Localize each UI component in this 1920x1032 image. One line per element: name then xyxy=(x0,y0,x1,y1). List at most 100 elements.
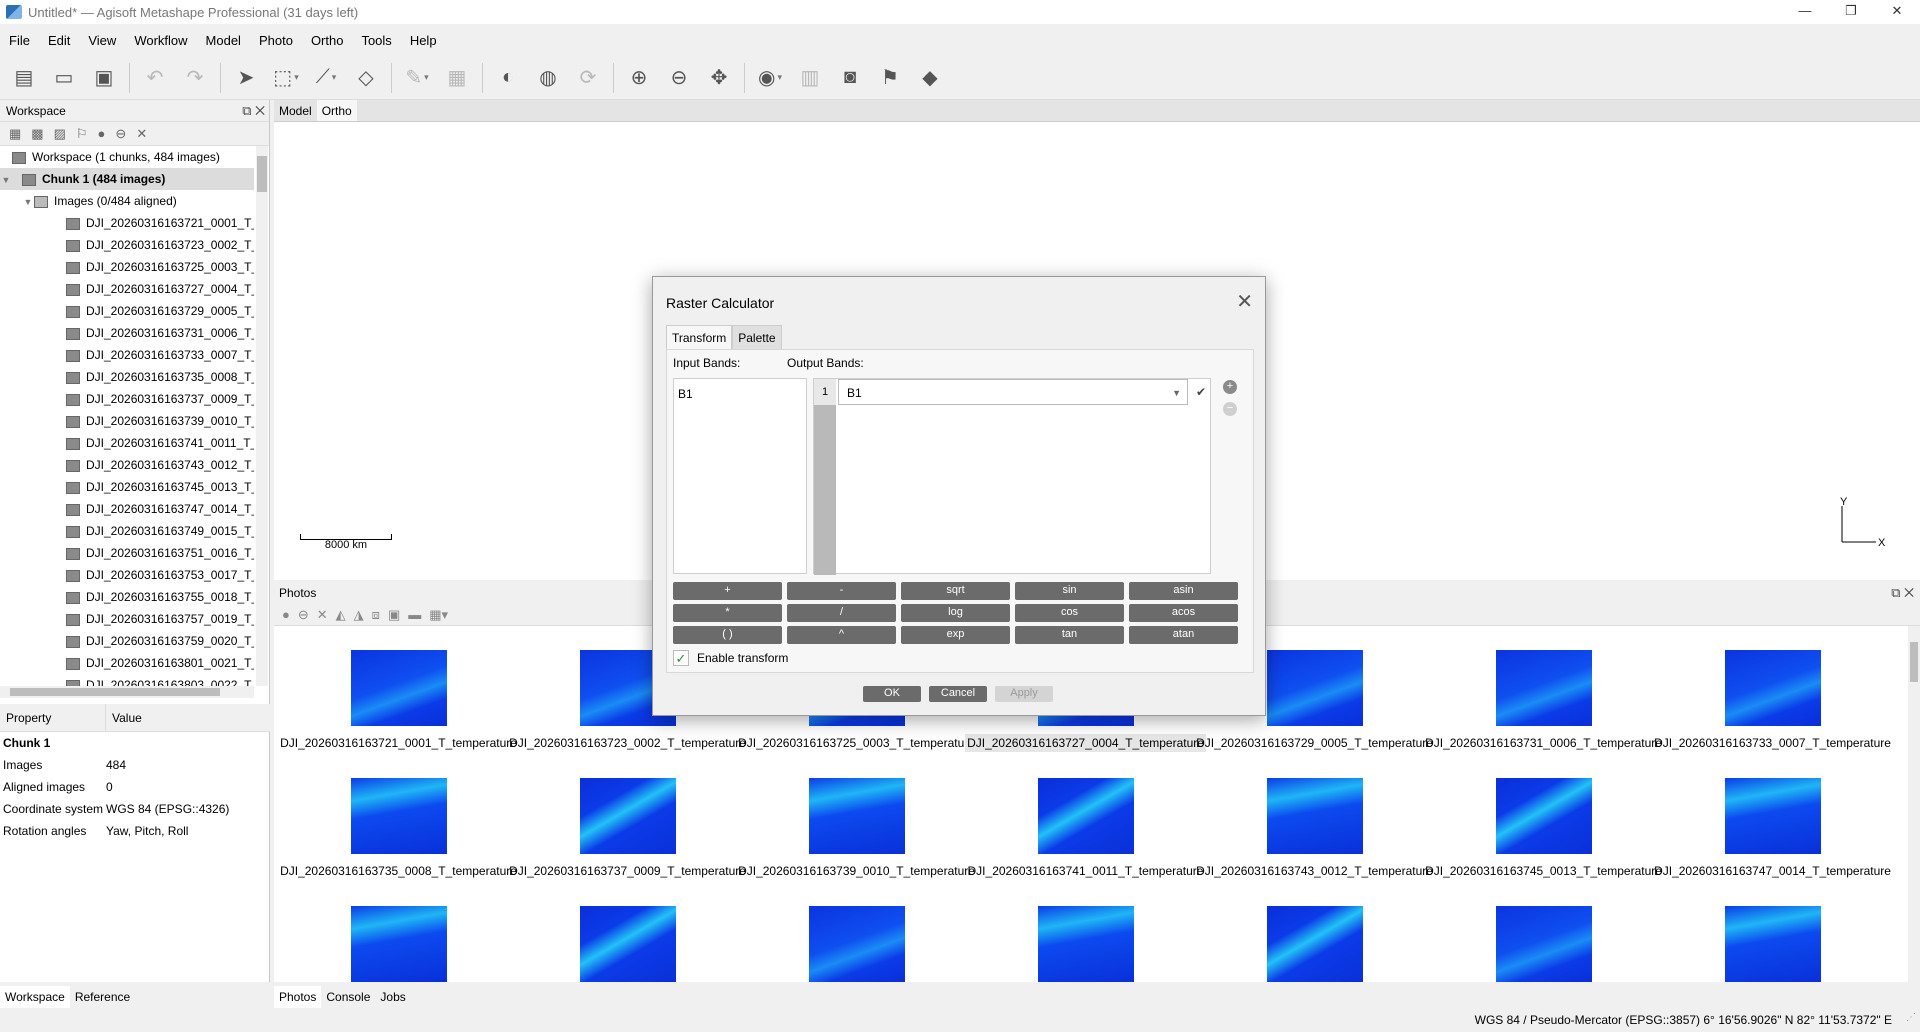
globe-icon[interactable]: ◉ ▾ xyxy=(753,61,787,95)
layers-icon[interactable]: ▥ xyxy=(793,61,827,95)
tree-chunk[interactable]: ▼ Chunk 1 (484 images) xyxy=(0,168,254,190)
dialog-close-icon[interactable]: ✕ xyxy=(1236,289,1253,314)
menu-ortho[interactable]: Ortho xyxy=(302,33,353,48)
add-chunk-icon[interactable]: ▦ xyxy=(9,126,21,142)
tab-model[interactable]: Model xyxy=(274,100,317,121)
menu-workflow[interactable]: Workflow xyxy=(125,33,196,48)
open-folder-icon[interactable]: ▭ xyxy=(47,61,81,95)
move-icon[interactable]: ✥ xyxy=(702,61,736,95)
photos-scrollbar[interactable] xyxy=(1908,626,1920,982)
rotate-icon[interactable]: ⟳ xyxy=(571,61,605,95)
tab-ortho[interactable]: Ortho xyxy=(316,100,357,121)
undo-icon[interactable]: ↶ xyxy=(138,61,172,95)
photo-thumbnail[interactable] xyxy=(579,906,676,982)
photo-thumbnail[interactable] xyxy=(1266,778,1363,854)
maximize-button[interactable]: ❐ xyxy=(1828,0,1874,24)
photo-thumbnail[interactable] xyxy=(808,906,905,982)
tree-image-item[interactable]: DJI_20260316163741_0011_T_tem xyxy=(0,432,254,454)
operator-button[interactable]: ( ) xyxy=(673,626,782,644)
tree-image-item[interactable]: DJI_20260316163749_0015_T_tem xyxy=(0,520,254,542)
camera-icon[interactable]: ◙ xyxy=(833,61,867,95)
brush-icon[interactable]: ✎ ▾ xyxy=(400,61,434,95)
operator-button[interactable]: * xyxy=(673,604,782,622)
minimize-button[interactable]: — xyxy=(1782,0,1828,24)
tree-image-item[interactable]: DJI_20260316163733_0007_T_tem xyxy=(0,344,254,366)
operator-button[interactable]: cos xyxy=(1015,604,1124,622)
tree-root[interactable]: Workspace (1 chunks, 484 images) xyxy=(0,146,254,168)
enable-transform-checkbox[interactable]: ✓ xyxy=(673,650,689,666)
tree-image-item[interactable]: DJI_20260316163727_0004_T_tem xyxy=(0,278,254,300)
ok-button[interactable]: OK xyxy=(863,686,921,702)
palette-icon[interactable]: ◍ xyxy=(531,61,565,95)
photo-thumbnail[interactable] xyxy=(579,778,676,854)
tab-reference[interactable]: Reference xyxy=(70,986,135,1008)
mask-icon[interactable]: ▣ xyxy=(388,607,400,623)
tree-image-item[interactable]: DJI_20260316163735_0008_T_tem xyxy=(0,366,254,388)
chevron-down-icon[interactable]: ▼ xyxy=(1172,380,1181,406)
operator-button[interactable]: tan xyxy=(1015,626,1124,644)
operator-button[interactable]: sin xyxy=(1015,582,1124,600)
panel-float-close-icon[interactable]: ⧉ ✕ xyxy=(1891,582,1914,604)
tab-photos[interactable]: Photos xyxy=(274,986,322,1008)
operator-button[interactable]: asin xyxy=(1129,582,1238,600)
tree-scrollbar[interactable] xyxy=(256,146,268,686)
tree-image-item[interactable]: DJI_20260316163723_0002_T_tem xyxy=(0,234,254,256)
resize-grip-icon[interactable]: ⋰ xyxy=(1906,1012,1916,1023)
tab-transform[interactable]: Transform xyxy=(666,325,733,349)
apply-button[interactable]: Apply xyxy=(995,686,1053,702)
operator-button[interactable]: log xyxy=(901,604,1010,622)
scroll-thumb[interactable] xyxy=(10,688,220,696)
operator-button[interactable]: + xyxy=(673,582,782,600)
tree-image-item[interactable]: DJI_20260316163751_0016_T_tem xyxy=(0,542,254,564)
tree-images-folder[interactable]: ▼ Images (0/484 aligned) xyxy=(0,190,254,212)
photo-thumbnail[interactable] xyxy=(350,778,447,854)
menu-model[interactable]: Model xyxy=(197,33,250,48)
menu-file[interactable]: File xyxy=(0,33,39,48)
tab-workspace[interactable]: Workspace xyxy=(0,986,70,1008)
scroll-thumb[interactable] xyxy=(1910,642,1918,682)
photo-item[interactable]: DJI_20260316163737_0009_T_temperature xyxy=(509,754,746,882)
photo-item[interactable] xyxy=(742,882,971,982)
collapse-chevron-icon[interactable]: ▼ xyxy=(22,191,34,213)
pointer-icon[interactable]: ➤ xyxy=(229,61,263,95)
photo-item[interactable]: DJI_20260316163747_0014_T_temperature xyxy=(1654,754,1891,882)
photo-item[interactable] xyxy=(1429,882,1658,982)
operator-button[interactable]: exp xyxy=(901,626,1010,644)
zoom-out-icon[interactable]: ⊖ xyxy=(662,61,696,95)
tree-image-item[interactable]: DJI_20260316163737_0009_T_tem xyxy=(0,388,254,410)
tree-image-item[interactable]: DJI_20260316163757_0019_T_tem xyxy=(0,608,254,630)
photo-thumbnail[interactable] xyxy=(1724,778,1821,854)
rotate-right-icon[interactable]: ◮ xyxy=(354,607,364,623)
operator-button[interactable]: atan xyxy=(1129,626,1238,644)
image-tool-icon[interactable]: ▦ xyxy=(440,61,474,95)
photo-item[interactable]: DJI_20260316163745_0013_T_temperature xyxy=(1425,754,1662,882)
photo-thumbnail[interactable] xyxy=(1724,906,1821,982)
tree-image-item[interactable]: DJI_20260316163745_0013_T_tem xyxy=(0,476,254,498)
photo-item[interactable]: DJI_20260316163739_0010_T_temperature xyxy=(738,754,975,882)
photo-item[interactable] xyxy=(284,882,513,982)
remove-icon[interactable]: ✕ xyxy=(136,126,147,142)
photo-thumbnail[interactable] xyxy=(1266,906,1363,982)
reset-filter-icon[interactable]: ⧈ xyxy=(372,607,380,623)
disable-camera-icon[interactable]: ⊖ xyxy=(298,607,309,623)
new-document-icon[interactable]: ▤ xyxy=(7,61,41,95)
input-bands-list[interactable]: B1 xyxy=(673,378,807,574)
photo-item[interactable] xyxy=(1200,882,1429,982)
tree-image-item[interactable]: DJI_20260316163755_0018_T_tem xyxy=(0,586,254,608)
tree-image-item[interactable]: DJI_20260316163801_0021_T_tem xyxy=(0,652,254,674)
tab-palette[interactable]: Palette xyxy=(732,325,782,349)
add-marker-icon[interactable]: ⚐ xyxy=(76,126,88,142)
tree-image-item[interactable]: DJI_20260316163753_0017_T_tem xyxy=(0,564,254,586)
cancel-button[interactable]: Cancel xyxy=(929,686,987,702)
menu-view[interactable]: View xyxy=(79,33,125,48)
scroll-thumb[interactable] xyxy=(257,156,267,192)
photo-thumbnail[interactable] xyxy=(350,650,447,726)
photo-thumbnail[interactable] xyxy=(1037,906,1134,982)
add-folder-icon[interactable]: ▨ xyxy=(54,126,66,142)
photo-thumbnail[interactable] xyxy=(1037,778,1134,854)
input-band-item[interactable]: B1 xyxy=(674,379,806,409)
tab-jobs[interactable]: Jobs xyxy=(375,986,410,1008)
tree-image-item[interactable]: DJI_20260316163725_0003_T_tem xyxy=(0,256,254,278)
checkmark-icon[interactable]: ✔ xyxy=(1190,379,1212,405)
tree-image-item[interactable]: DJI_20260316163759_0020_T_tem xyxy=(0,630,254,652)
